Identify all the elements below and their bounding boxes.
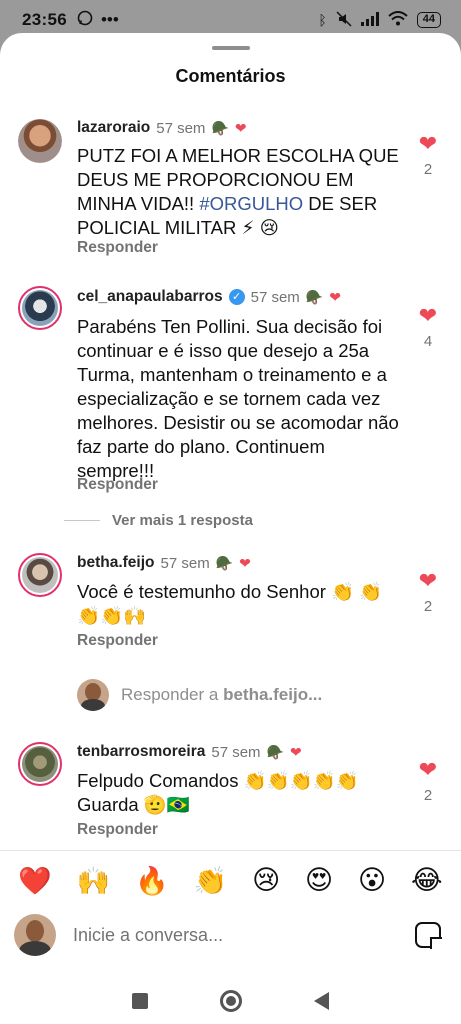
home-button[interactable] — [220, 990, 242, 1012]
emoji-clap[interactable]: 👏 — [194, 865, 228, 897]
recent-apps-button[interactable] — [132, 993, 148, 1009]
comment-age: 57 sem — [211, 743, 261, 761]
heart-badge-icon: ❤ — [329, 288, 341, 305]
emoji-fire[interactable]: 🔥 — [135, 865, 169, 897]
comment-age: 57 sem — [156, 119, 206, 137]
reply-button[interactable]: Responder — [77, 632, 158, 650]
status-time: 23:56 — [22, 10, 67, 29]
avatar[interactable] — [18, 119, 62, 163]
signal-icon — [360, 11, 379, 29]
comment-username[interactable]: betha.feijo — [77, 554, 155, 572]
like-button[interactable]: ❤ 2 — [413, 759, 443, 805]
system-nav-bar — [0, 978, 461, 1024]
avatar[interactable] — [18, 742, 62, 786]
comment-meta: tenbarrosmoreira 57 sem 🪖 ❤ — [77, 743, 302, 761]
like-button[interactable]: ❤ 4 — [413, 305, 443, 351]
military-badge-icon: 🪖 — [215, 554, 234, 571]
comment-username[interactable]: lazaroraio — [77, 119, 150, 137]
comment-input[interactable]: Inicie a conversa... — [73, 925, 223, 946]
heart-badge-icon: ❤ — [239, 554, 251, 571]
like-count: 4 — [423, 333, 433, 350]
more-dots-icon: ••• — [100, 10, 119, 29]
heart-icon[interactable]: ❤ — [413, 759, 443, 781]
emoji-cry[interactable]: 😢 — [252, 865, 280, 896]
my-avatar — [14, 914, 56, 956]
avatar[interactable] — [18, 286, 62, 330]
comment-text: Você é testemunho do Senhor 👏 👏👏👏🙌 — [77, 581, 383, 626]
comment-meta: cel_anapaulabarros ✓ 57 sem 🪖 ❤ — [77, 288, 341, 306]
military-badge-icon: 🪖 — [211, 119, 229, 136]
reply-button[interactable]: Responder — [77, 821, 158, 839]
comment-age: 57 sem — [250, 288, 300, 306]
whatsapp-icon — [77, 10, 93, 31]
comment-text: Felpudo Comandos 👏👏👏👏👏 Guarda 🫡🇧🇷 — [77, 770, 359, 815]
battery-icon: 44 — [416, 12, 441, 28]
like-count: 2 — [423, 787, 433, 804]
emoji-heart[interactable]: ❤️ — [18, 865, 52, 897]
emoji-heart-eyes[interactable]: 😍 — [305, 865, 333, 896]
my-avatar — [77, 679, 109, 711]
heart-icon[interactable]: ❤ — [413, 305, 443, 327]
wifi-icon — [388, 11, 408, 29]
emoji-raised-hands[interactable]: 🙌 — [77, 865, 111, 897]
hashtag-link[interactable]: #ORGULHO — [199, 193, 303, 214]
bluetooth-icon: ᛒ — [318, 12, 327, 28]
comment-username[interactable]: cel_anapaulabarros — [77, 288, 223, 306]
like-button[interactable]: ❤ 2 — [413, 133, 443, 179]
like-button[interactable]: ❤ 2 — [413, 570, 443, 616]
heart-badge-icon: ❤ — [290, 743, 302, 760]
comment-meta: betha.feijo 57 sem 🪖 ❤ — [77, 554, 251, 572]
avatar[interactable] — [18, 553, 62, 597]
comment-age: 57 sem — [160, 554, 210, 572]
mute-icon — [336, 10, 352, 30]
divider — [64, 520, 100, 521]
comments-sheet: Comentários lazaroraio 57 sem 🪖 ❤ PUTZ FO… — [0, 33, 461, 1024]
military-badge-icon: 🪖 — [266, 743, 284, 760]
reply-button[interactable]: Responder — [77, 239, 158, 257]
emoji-quick-bar: ❤️ 🙌 🔥 👏 😢 😍 😮 😂 — [0, 850, 461, 910]
comment-text: PUTZ FOI A MELHOR ESCOLHA QUE DEUS ME PR… — [77, 145, 399, 238]
comment-text: Parabéns Ten Pollini. Sua decisão foi co… — [77, 316, 399, 481]
heart-icon[interactable]: ❤ — [413, 133, 443, 155]
heart-icon[interactable]: ❤ — [413, 570, 443, 592]
reply-button[interactable]: Responder — [77, 476, 158, 494]
sheet-title: Comentários — [175, 66, 286, 86]
comment-meta: lazaroraio 57 sem 🪖 ❤ — [77, 119, 247, 137]
emoji-laugh[interactable]: 😂 — [411, 865, 443, 896]
military-badge-icon: 🪖 — [305, 288, 324, 305]
comment-username[interactable]: tenbarrosmoreira — [77, 743, 205, 761]
like-count: 2 — [423, 161, 433, 178]
drag-handle[interactable] — [212, 46, 250, 50]
comment-input-bar: Inicie a conversa... — [0, 910, 461, 960]
back-button[interactable] — [314, 992, 329, 1010]
view-more-replies[interactable]: Ver mais 1 resposta — [64, 512, 253, 529]
sticker-icon[interactable] — [415, 922, 442, 949]
verified-badge-icon: ✓ — [228, 289, 245, 305]
reply-to-prompt[interactable]: Responder a betha.feijo... — [77, 679, 322, 711]
emoji-surprised[interactable]: 😮 — [358, 865, 386, 896]
heart-badge-icon: ❤ — [234, 119, 247, 136]
like-count: 2 — [423, 598, 433, 615]
